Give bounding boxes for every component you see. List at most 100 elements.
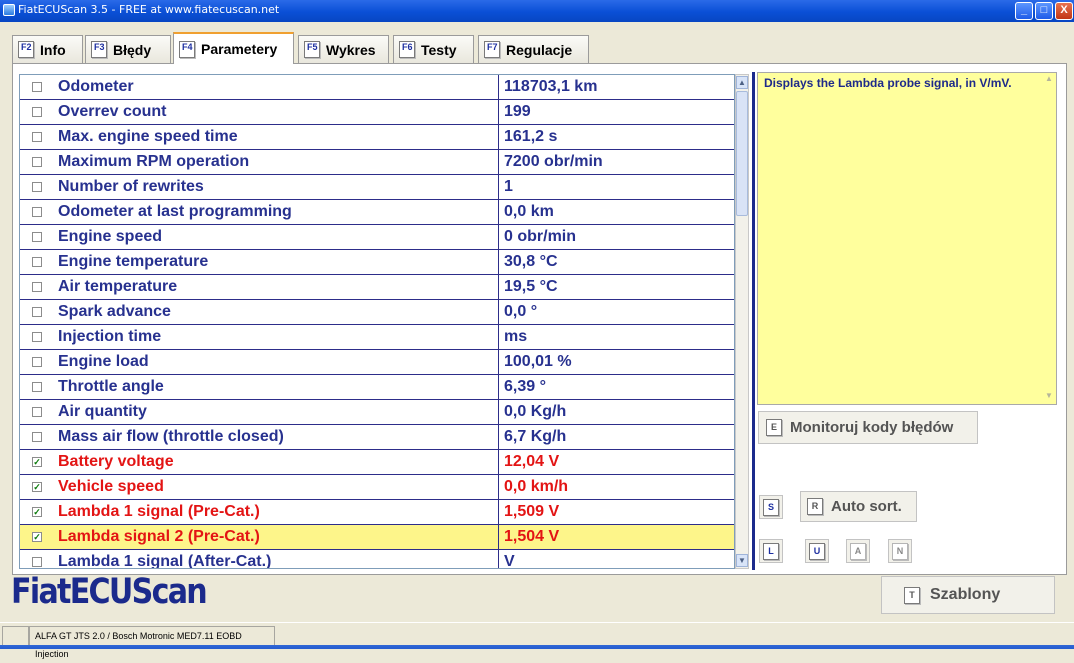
parameter-row[interactable]: Number of rewrites 1 [20, 174, 734, 200]
parameter-checkbox-cell[interactable] [20, 124, 54, 150]
parameter-checkbox[interactable] [32, 131, 42, 142]
parameter-checkbox-cell[interactable] [20, 299, 54, 325]
parameter-checkbox-cell[interactable] [20, 99, 54, 125]
parameter-checkbox-cell[interactable] [20, 399, 54, 425]
parameter-checkbox[interactable] [32, 256, 42, 267]
parameter-checkbox-cell[interactable]: ✓ [20, 474, 54, 500]
parameter-checkbox-cell[interactable] [20, 549, 54, 568]
parameter-row[interactable]: Lambda 1 signal (After-Cat.) V [20, 549, 734, 568]
parameter-value: 19,5 °C [498, 274, 734, 300]
auto-sort-label: Auto sort. [831, 498, 902, 515]
parameter-checkbox[interactable] [32, 206, 42, 217]
tab-wykres[interactable]: F5 Wykres [298, 35, 389, 63]
log-button[interactable]: L [759, 539, 783, 563]
parameter-row[interactable]: Odometer at last programming 0,0 km [20, 199, 734, 225]
parameter-value: 12,04 V [498, 449, 734, 475]
parameter-row[interactable]: Throttle angle 6,39 ° [20, 374, 734, 400]
parameter-checkbox[interactable] [32, 381, 42, 392]
parameter-row[interactable]: Odometer 118703,1 km [20, 75, 734, 100]
parameter-value: 0,0 ° [498, 299, 734, 325]
select-all-button[interactable]: A [846, 539, 870, 563]
parameter-checkbox[interactable] [32, 406, 42, 417]
parameter-checkbox[interactable] [32, 181, 42, 192]
parameter-checkbox[interactable]: ✓ [32, 531, 42, 542]
parameter-checkbox-cell[interactable] [20, 274, 54, 300]
monitor-dtc-button[interactable]: E Monitoruj kody błędów [758, 411, 978, 444]
tab-label: Błędy [113, 41, 152, 58]
parameter-checkbox-cell[interactable] [20, 349, 54, 375]
auto-sort-button[interactable]: R Auto sort. [800, 491, 917, 522]
parameter-row[interactable]: Engine temperature 30,8 °C [20, 249, 734, 275]
window-title: FiatECUScan 3.5 - FREE at www.fiatecusca… [18, 3, 280, 16]
parameter-row[interactable]: Mass air flow (throttle closed) 6,7 Kg/h [20, 424, 734, 450]
parameter-row[interactable]: Engine speed 0 obr/min [20, 224, 734, 250]
parameter-checkbox-cell[interactable]: ✓ [20, 524, 54, 550]
parameter-checkbox[interactable] [32, 331, 42, 342]
table-scrollbar[interactable]: ▲ ▼ [735, 74, 749, 569]
parameter-checkbox[interactable] [32, 431, 42, 442]
fiatecuscan-logo: FiatECUScan [11, 572, 208, 612]
parameter-checkbox[interactable] [32, 281, 42, 292]
close-button[interactable]: X [1055, 2, 1073, 20]
parameter-value: 118703,1 km [498, 75, 734, 100]
parameter-checkbox-cell[interactable] [20, 324, 54, 350]
tab-bledy[interactable]: F3 Błędy [85, 35, 171, 63]
parameter-checkbox[interactable] [32, 156, 42, 167]
scroll-up-arrow-icon[interactable]: ▲ [736, 76, 748, 89]
parameter-row[interactable]: Spark advance 0,0 ° [20, 299, 734, 325]
maximize-button[interactable]: □ [1035, 2, 1053, 20]
parameter-row[interactable]: ✓ Vehicle speed 0,0 km/h [20, 474, 734, 500]
parameter-checkbox[interactable] [32, 231, 42, 242]
tab-parametery[interactable]: F4 Parametery [173, 32, 294, 64]
parameter-row[interactable]: Engine load 100,01 % [20, 349, 734, 375]
parameter-checkbox[interactable]: ✓ [32, 481, 42, 492]
parameter-row[interactable]: Max. engine speed time 161,2 s [20, 124, 734, 150]
select-button[interactable]: S [759, 495, 783, 519]
unselect-button[interactable]: U [805, 539, 829, 563]
scroll-thumb[interactable] [736, 91, 748, 216]
parameter-checkbox-cell[interactable] [20, 174, 54, 200]
minimize-button[interactable]: _ [1015, 2, 1033, 20]
f5-key-icon: F5 [304, 41, 320, 58]
parameter-checkbox[interactable] [32, 556, 42, 567]
parameter-value: 6,39 ° [498, 374, 734, 400]
description-scrollbar[interactable]: ▲ ▼ [1043, 74, 1055, 403]
parameter-checkbox[interactable] [32, 81, 42, 92]
parameter-checkbox[interactable]: ✓ [32, 456, 42, 467]
parameter-checkbox-cell[interactable] [20, 249, 54, 275]
parameter-checkbox-cell[interactable] [20, 424, 54, 450]
parameter-checkbox[interactable]: ✓ [32, 506, 42, 517]
parameter-checkbox-cell[interactable]: ✓ [20, 499, 54, 525]
parameter-checkbox[interactable] [32, 306, 42, 317]
parameter-row[interactable]: Overrev count 199 [20, 99, 734, 125]
select-none-button[interactable]: N [888, 539, 912, 563]
parameter-name: Vehicle speed [54, 474, 499, 500]
templates-button[interactable]: T Szablony [881, 576, 1055, 614]
parameter-name: Mass air flow (throttle closed) [54, 424, 499, 450]
parameter-checkbox[interactable] [32, 106, 42, 117]
parameter-row[interactable]: Injection time ms [20, 324, 734, 350]
scroll-up-arrow-icon[interactable]: ▲ [1043, 74, 1055, 86]
scroll-down-arrow-icon[interactable]: ▼ [736, 554, 748, 567]
parameter-name: Max. engine speed time [54, 124, 499, 150]
parameter-checkbox-cell[interactable] [20, 374, 54, 400]
parameter-row[interactable]: Maximum RPM operation 7200 obr/min [20, 149, 734, 175]
parameter-checkbox[interactable] [32, 356, 42, 367]
parameter-row[interactable]: ✓ Battery voltage 12,04 V [20, 449, 734, 475]
parameter-checkbox-cell[interactable]: ✓ [20, 449, 54, 475]
parameter-checkbox-cell[interactable] [20, 224, 54, 250]
parameter-row[interactable]: ✓ Lambda 1 signal (Pre-Cat.) 1,509 V [20, 499, 734, 525]
parameter-checkbox-cell[interactable] [20, 75, 54, 100]
parameter-row[interactable]: ✓ Lambda signal 2 (Pre-Cat.) 1,504 V [20, 524, 734, 550]
scroll-down-arrow-icon[interactable]: ▼ [1043, 391, 1055, 403]
tab-info[interactable]: F2 Info [12, 35, 83, 63]
parameter-checkbox-cell[interactable] [20, 199, 54, 225]
parameters-table[interactable]: Odometer 118703,1 km Overrev count 199 Max. … [19, 74, 735, 569]
tab-testy[interactable]: F6 Testy [393, 35, 474, 63]
parameter-checkbox-cell[interactable] [20, 149, 54, 175]
tab-regulacje[interactable]: F7 Regulacje [478, 35, 589, 63]
parameter-value: 1,509 V [498, 499, 734, 525]
parameter-row[interactable]: Air temperature 19,5 °C [20, 274, 734, 300]
parameter-name: Air temperature [54, 274, 499, 300]
parameter-row[interactable]: Air quantity 0,0 Kg/h [20, 399, 734, 425]
